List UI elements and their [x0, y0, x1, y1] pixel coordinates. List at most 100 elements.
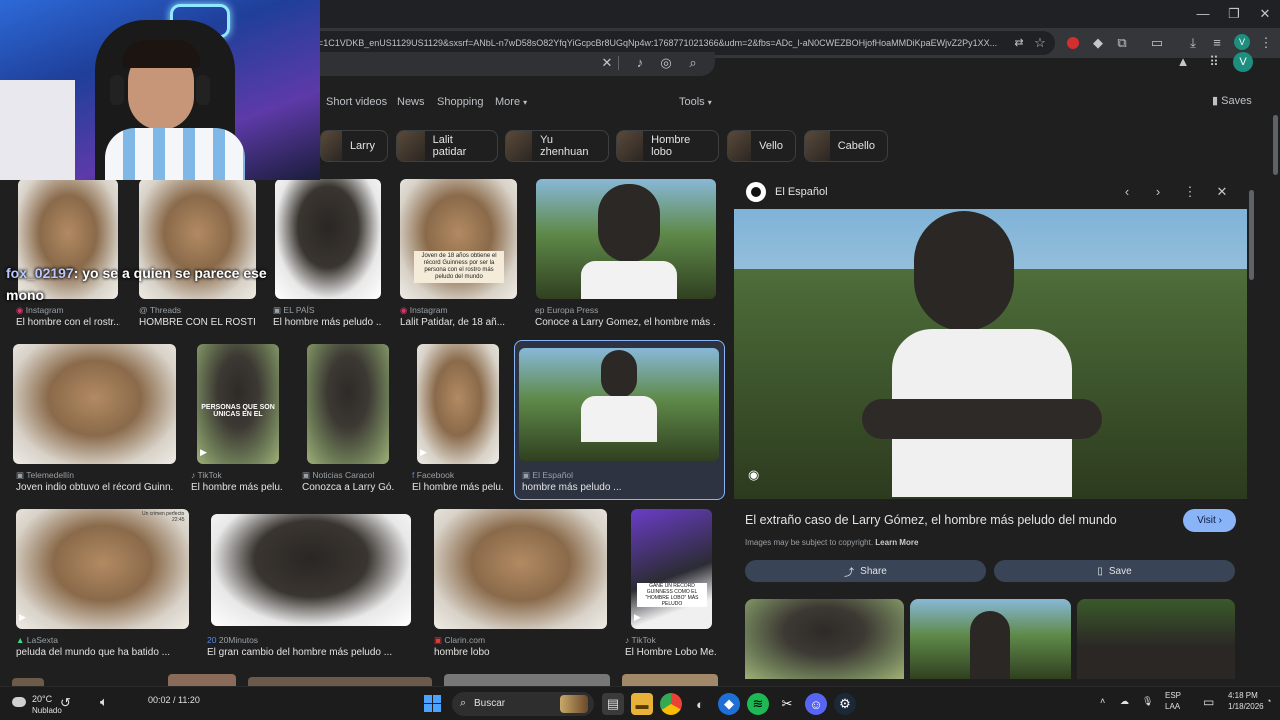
save-button[interactable]: ▯ Save: [994, 560, 1235, 582]
keyboard-layout[interactable]: LAA: [1165, 702, 1180, 711]
lens-search-icon[interactable]: ◉: [748, 467, 759, 483]
result-title[interactable]: hombre más peludo ...: [522, 482, 718, 493]
chip-larry[interactable]: Larry: [320, 130, 388, 162]
result-title[interactable]: El gran cambio del hombre más peludo ...: [207, 647, 415, 658]
maximize-icon[interactable]: ❐: [1225, 5, 1243, 23]
result-image-partial[interactable]: [622, 674, 718, 686]
share-button[interactable]: ⤴ Share: [745, 560, 986, 582]
result-image-partial[interactable]: [248, 677, 432, 686]
steam-icon[interactable]: ⚙: [834, 693, 856, 715]
panel-source-name[interactable]: El Español: [775, 186, 828, 198]
clock-time[interactable]: 4:18 PM: [1228, 691, 1258, 700]
chip-cabello[interactable]: Cabello: [804, 130, 888, 162]
next-icon[interactable]: ›: [1149, 183, 1167, 201]
result-image[interactable]: Un crimen perfecto 22:45 ▶: [16, 509, 189, 629]
discord-icon[interactable]: ☺: [805, 693, 827, 715]
chip-lalit-patidar[interactable]: Lalit patidar: [396, 130, 498, 162]
related-image[interactable]: [1077, 599, 1235, 679]
result-title[interactable]: El Hombre Lobo Me...: [625, 647, 717, 658]
result-title[interactable]: HOMBRE CON EL ROSTR...: [139, 317, 255, 328]
search-input[interactable]: ✕ ♪ ◎ ⌕: [300, 52, 715, 76]
voice-search-icon[interactable]: ♪: [631, 54, 649, 72]
browser-menu-icon[interactable]: ⋮: [1257, 34, 1275, 52]
learn-more-link[interactable]: Learn More: [875, 538, 918, 547]
language-code[interactable]: ESP: [1165, 691, 1181, 700]
chrome-icon[interactable]: [660, 693, 682, 715]
chip-yu-zhenhuan[interactable]: Yu zhenhuan: [505, 130, 609, 162]
taskbar-search[interactable]: ⌕ Buscar: [452, 692, 594, 716]
capcut-icon[interactable]: ✂: [776, 693, 798, 715]
bookmark-star-icon[interactable]: ☆: [1031, 34, 1049, 52]
result-title[interactable]: hombre lobo: [434, 647, 606, 658]
notifications-icon[interactable]: ◔: [1266, 696, 1271, 706]
apps-grid-icon[interactable]: ⠿: [1205, 53, 1223, 71]
result-title[interactable]: El hombre más pelu...: [412, 482, 504, 493]
tab-short-videos[interactable]: Short videos: [326, 96, 387, 108]
panel-title[interactable]: El extraño caso de Larry Gómez, el hombr…: [745, 513, 1175, 527]
rewind-icon[interactable]: ↺: [60, 695, 71, 711]
result-image[interactable]: [211, 514, 411, 626]
clock-date[interactable]: 1/18/2026: [1228, 702, 1264, 711]
result-image[interactable]: Joven de 18 años obtiene el récord Guinn…: [400, 179, 517, 299]
preview-image[interactable]: ◉: [734, 209, 1247, 499]
result-image[interactable]: [307, 344, 389, 464]
chip-vello[interactable]: Vello: [727, 130, 796, 162]
minimize-icon[interactable]: —: [1194, 5, 1212, 23]
result-image[interactable]: ▶: [417, 344, 499, 464]
result-image-partial[interactable]: [12, 678, 44, 686]
result-image[interactable]: [13, 344, 176, 464]
result-title[interactable]: peluda del mundo que ha batido ...: [16, 647, 186, 658]
related-image[interactable]: [910, 599, 1071, 679]
volume-icon[interactable]: 🔈︎: [100, 694, 108, 710]
tools-button[interactable]: Tools ▾: [679, 96, 712, 108]
extension-puzzle-icon[interactable]: ◆: [1089, 34, 1107, 52]
tab-news[interactable]: News: [397, 96, 425, 108]
media-control-icon[interactable]: ≡: [1208, 34, 1226, 52]
more-options-icon[interactable]: ⋮: [1181, 183, 1199, 201]
labs-icon[interactable]: ▲: [1174, 53, 1192, 71]
related-image[interactable]: [745, 599, 904, 679]
search-icon[interactable]: ⌕: [684, 54, 702, 72]
result-image[interactable]: PERSONAS QUE SON ÚNICAS EN EL ▶: [197, 344, 279, 464]
page-scrollbar[interactable]: [1273, 115, 1278, 175]
result-image-partial[interactable]: [444, 674, 610, 686]
obs-icon[interactable]: ◐: [689, 693, 711, 715]
clear-search-icon[interactable]: ✕: [598, 54, 616, 72]
result-image[interactable]: [434, 509, 607, 629]
saves-button[interactable]: ▮ Saves: [1212, 94, 1252, 107]
result-title[interactable]: El hombre con el rostr...: [16, 317, 120, 328]
tab-more[interactable]: More ▾: [495, 96, 527, 108]
chip-hombre-lobo[interactable]: Hombre lobo: [616, 130, 719, 162]
windows-start-icon[interactable]: [424, 695, 442, 713]
account-avatar[interactable]: V: [1233, 52, 1253, 72]
task-view-icon[interactable]: ▤: [602, 693, 624, 715]
close-panel-icon[interactable]: ✕: [1213, 183, 1231, 201]
result-image[interactable]: [536, 179, 716, 299]
result-title[interactable]: Joven indio obtuvo el récord Guinn...: [16, 482, 174, 493]
close-window-icon[interactable]: ✕: [1256, 5, 1274, 23]
result-image-partial[interactable]: [168, 674, 236, 686]
spotify-icon[interactable]: ≋: [747, 693, 769, 715]
visit-button[interactable]: Visit ›: [1183, 509, 1236, 532]
tab-shopping[interactable]: Shopping: [437, 96, 484, 108]
side-panel-icon[interactable]: ▭: [1148, 34, 1166, 52]
app-icon[interactable]: ◆: [718, 693, 740, 715]
file-explorer-icon[interactable]: ▬: [631, 693, 653, 715]
lens-icon[interactable]: ◎: [657, 54, 675, 72]
previous-icon[interactable]: ‹: [1118, 183, 1136, 201]
result-title[interactable]: Conozca a Larry Gó...: [302, 482, 394, 493]
tray-chevron-icon[interactable]: ˄: [1100, 696, 1105, 706]
extensions-icon[interactable]: ⧉: [1113, 34, 1131, 52]
extension-icon[interactable]: [1067, 37, 1079, 49]
result-image[interactable]: GANÉ UN RÉCORD GUINNESS COMO EL "HOMBRE …: [631, 509, 712, 629]
onedrive-icon[interactable]: ☁: [1120, 696, 1129, 707]
download-icon[interactable]: ⤓: [1184, 34, 1202, 52]
result-title[interactable]: Conoce a Larry Gomez, el hombre más ...: [535, 317, 715, 328]
profile-avatar[interactable]: V: [1234, 34, 1250, 50]
result-title[interactable]: Lalit Patidar, de 18 añ...: [400, 317, 518, 328]
translate-icon[interactable]: ⇄: [1010, 34, 1028, 52]
result-title[interactable]: El hombre más pelu...: [191, 482, 283, 493]
network-icon[interactable]: ▭: [1203, 695, 1214, 709]
result-title[interactable]: El hombre más peludo ...: [273, 317, 381, 328]
panel-scrollbar[interactable]: [1249, 190, 1254, 280]
